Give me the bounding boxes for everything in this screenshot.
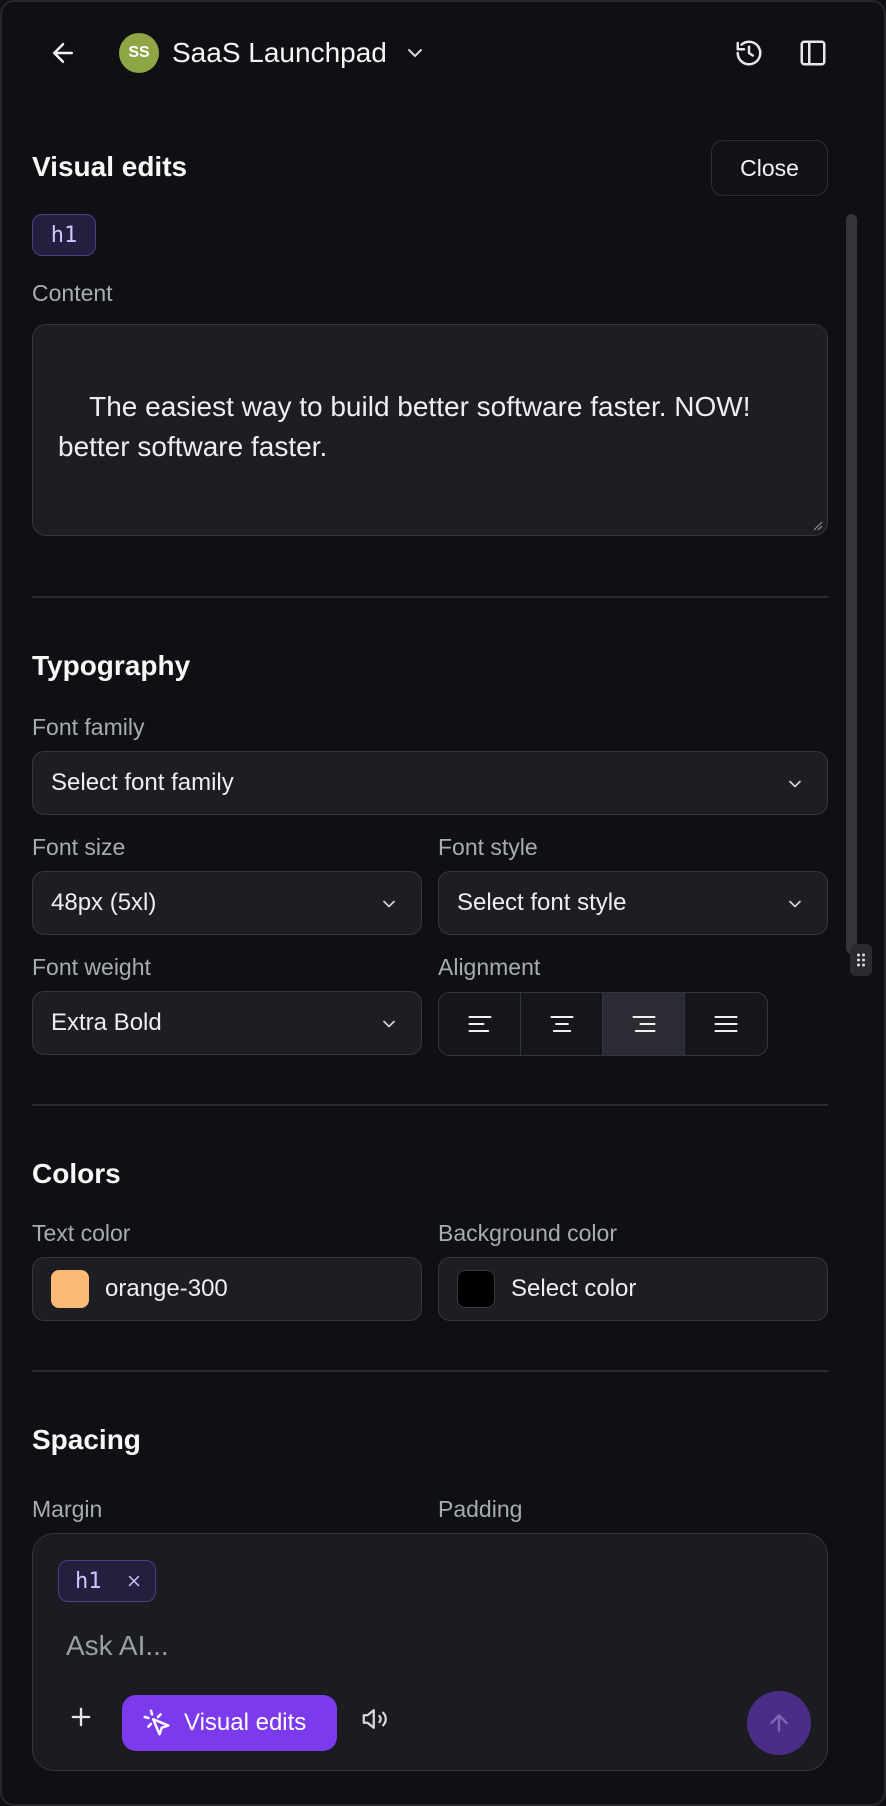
background-color-swatch xyxy=(457,1270,495,1308)
font-style-value: Select font style xyxy=(457,889,627,916)
font-style-select[interactable]: Select font style xyxy=(438,871,828,935)
align-left-icon xyxy=(467,1015,492,1033)
arrow-up-icon xyxy=(770,1714,788,1732)
close-icon xyxy=(128,1575,140,1587)
top-bar: SS SaaS Launchpad xyxy=(0,0,886,104)
text-color-value: orange-300 xyxy=(105,1275,228,1302)
text-color-label: Text color xyxy=(32,1220,131,1246)
visual-edits-title: Visual edits xyxy=(32,151,188,182)
sidebar-panel-icon xyxy=(800,40,826,66)
font-family-value: Select font family xyxy=(51,769,234,796)
chevron-down-icon xyxy=(789,780,801,788)
resize-grip-icon[interactable] xyxy=(811,519,823,531)
alignment-label: Alignment xyxy=(438,954,541,980)
font-family-label: Font family xyxy=(32,714,145,740)
content-label: Content xyxy=(32,280,113,306)
grip-vertical-icon xyxy=(857,953,865,967)
font-size-label: Font size xyxy=(32,834,126,860)
divider xyxy=(32,596,828,598)
chevron-down-icon xyxy=(383,900,395,908)
background-color-value: Select color xyxy=(511,1275,637,1302)
chat-tag-label: h1 xyxy=(75,1568,102,1594)
cursor-click-icon xyxy=(143,1709,170,1736)
alignment-toggle-group xyxy=(438,992,768,1056)
project-avatar: SS xyxy=(119,33,159,73)
drag-handle[interactable] xyxy=(850,944,872,976)
colors-title: Colors xyxy=(32,1158,121,1189)
align-justify-icon xyxy=(714,1015,738,1033)
background-color-label: Background color xyxy=(438,1220,617,1246)
content-textarea[interactable]: The easiest way to build better software… xyxy=(32,324,828,536)
typography-title: Typography xyxy=(32,650,191,681)
align-right-button[interactable] xyxy=(603,993,685,1055)
background-color-picker[interactable]: Select color xyxy=(438,1257,828,1321)
back-button[interactable] xyxy=(42,32,84,74)
divider xyxy=(32,1104,828,1106)
arrow-left-icon xyxy=(53,43,73,63)
voice-button[interactable] xyxy=(355,1699,395,1739)
text-color-picker[interactable]: orange-300 xyxy=(32,1257,422,1321)
ai-chat-composer: h1 Visual edits xyxy=(32,1533,828,1771)
project-name: SaaS Launchpad xyxy=(172,37,387,68)
visual-edits-panel: Visual edits Close h1 Content The easies… xyxy=(0,104,886,1530)
chevron-down-icon xyxy=(403,41,427,65)
divider xyxy=(32,1370,828,1372)
font-weight-select[interactable]: Extra Bold xyxy=(32,991,422,1055)
chat-context-tag: h1 xyxy=(58,1560,156,1602)
scrollbar[interactable] xyxy=(846,214,857,954)
align-center-icon xyxy=(549,1015,574,1033)
align-justify-button[interactable] xyxy=(685,993,767,1055)
speaker-icon xyxy=(362,1709,387,1729)
remove-tag-button[interactable] xyxy=(125,1572,143,1595)
font-weight-value: Extra Bold xyxy=(51,1009,162,1036)
chevron-down-icon xyxy=(383,1020,395,1028)
font-family-select[interactable]: Select font family xyxy=(32,751,828,815)
ask-ai-input[interactable] xyxy=(66,1626,766,1666)
chevron-down-icon xyxy=(789,900,801,908)
margin-label: Margin xyxy=(32,1496,103,1522)
send-button[interactable] xyxy=(747,1691,811,1755)
align-center-button[interactable] xyxy=(521,993,603,1055)
element-tag-badge: h1 xyxy=(32,214,96,256)
content-text: The easiest way to build better software… xyxy=(58,391,751,462)
align-right-icon xyxy=(631,1015,656,1033)
spacing-title: Spacing xyxy=(32,1424,141,1455)
font-style-label: Font style xyxy=(438,834,538,860)
align-left-button[interactable] xyxy=(439,993,521,1055)
visual-edits-button-label: Visual edits xyxy=(184,1709,307,1736)
font-size-value: 48px (5xl) xyxy=(51,889,157,916)
history-button[interactable] xyxy=(728,32,770,74)
padding-label: Padding xyxy=(438,1496,523,1522)
font-weight-label: Font weight xyxy=(32,954,151,980)
text-color-swatch xyxy=(51,1270,89,1308)
toggle-panel-button[interactable] xyxy=(792,32,834,74)
project-switcher[interactable]: SS SaaS Launchpad xyxy=(119,32,427,74)
close-button[interactable]: Close xyxy=(711,140,828,196)
add-attachment-button[interactable] xyxy=(61,1697,101,1737)
plus-icon xyxy=(71,1707,91,1727)
font-size-select[interactable]: 48px (5xl) xyxy=(32,871,422,935)
visual-edits-button[interactable]: Visual edits xyxy=(122,1695,337,1751)
history-icon xyxy=(736,40,762,66)
